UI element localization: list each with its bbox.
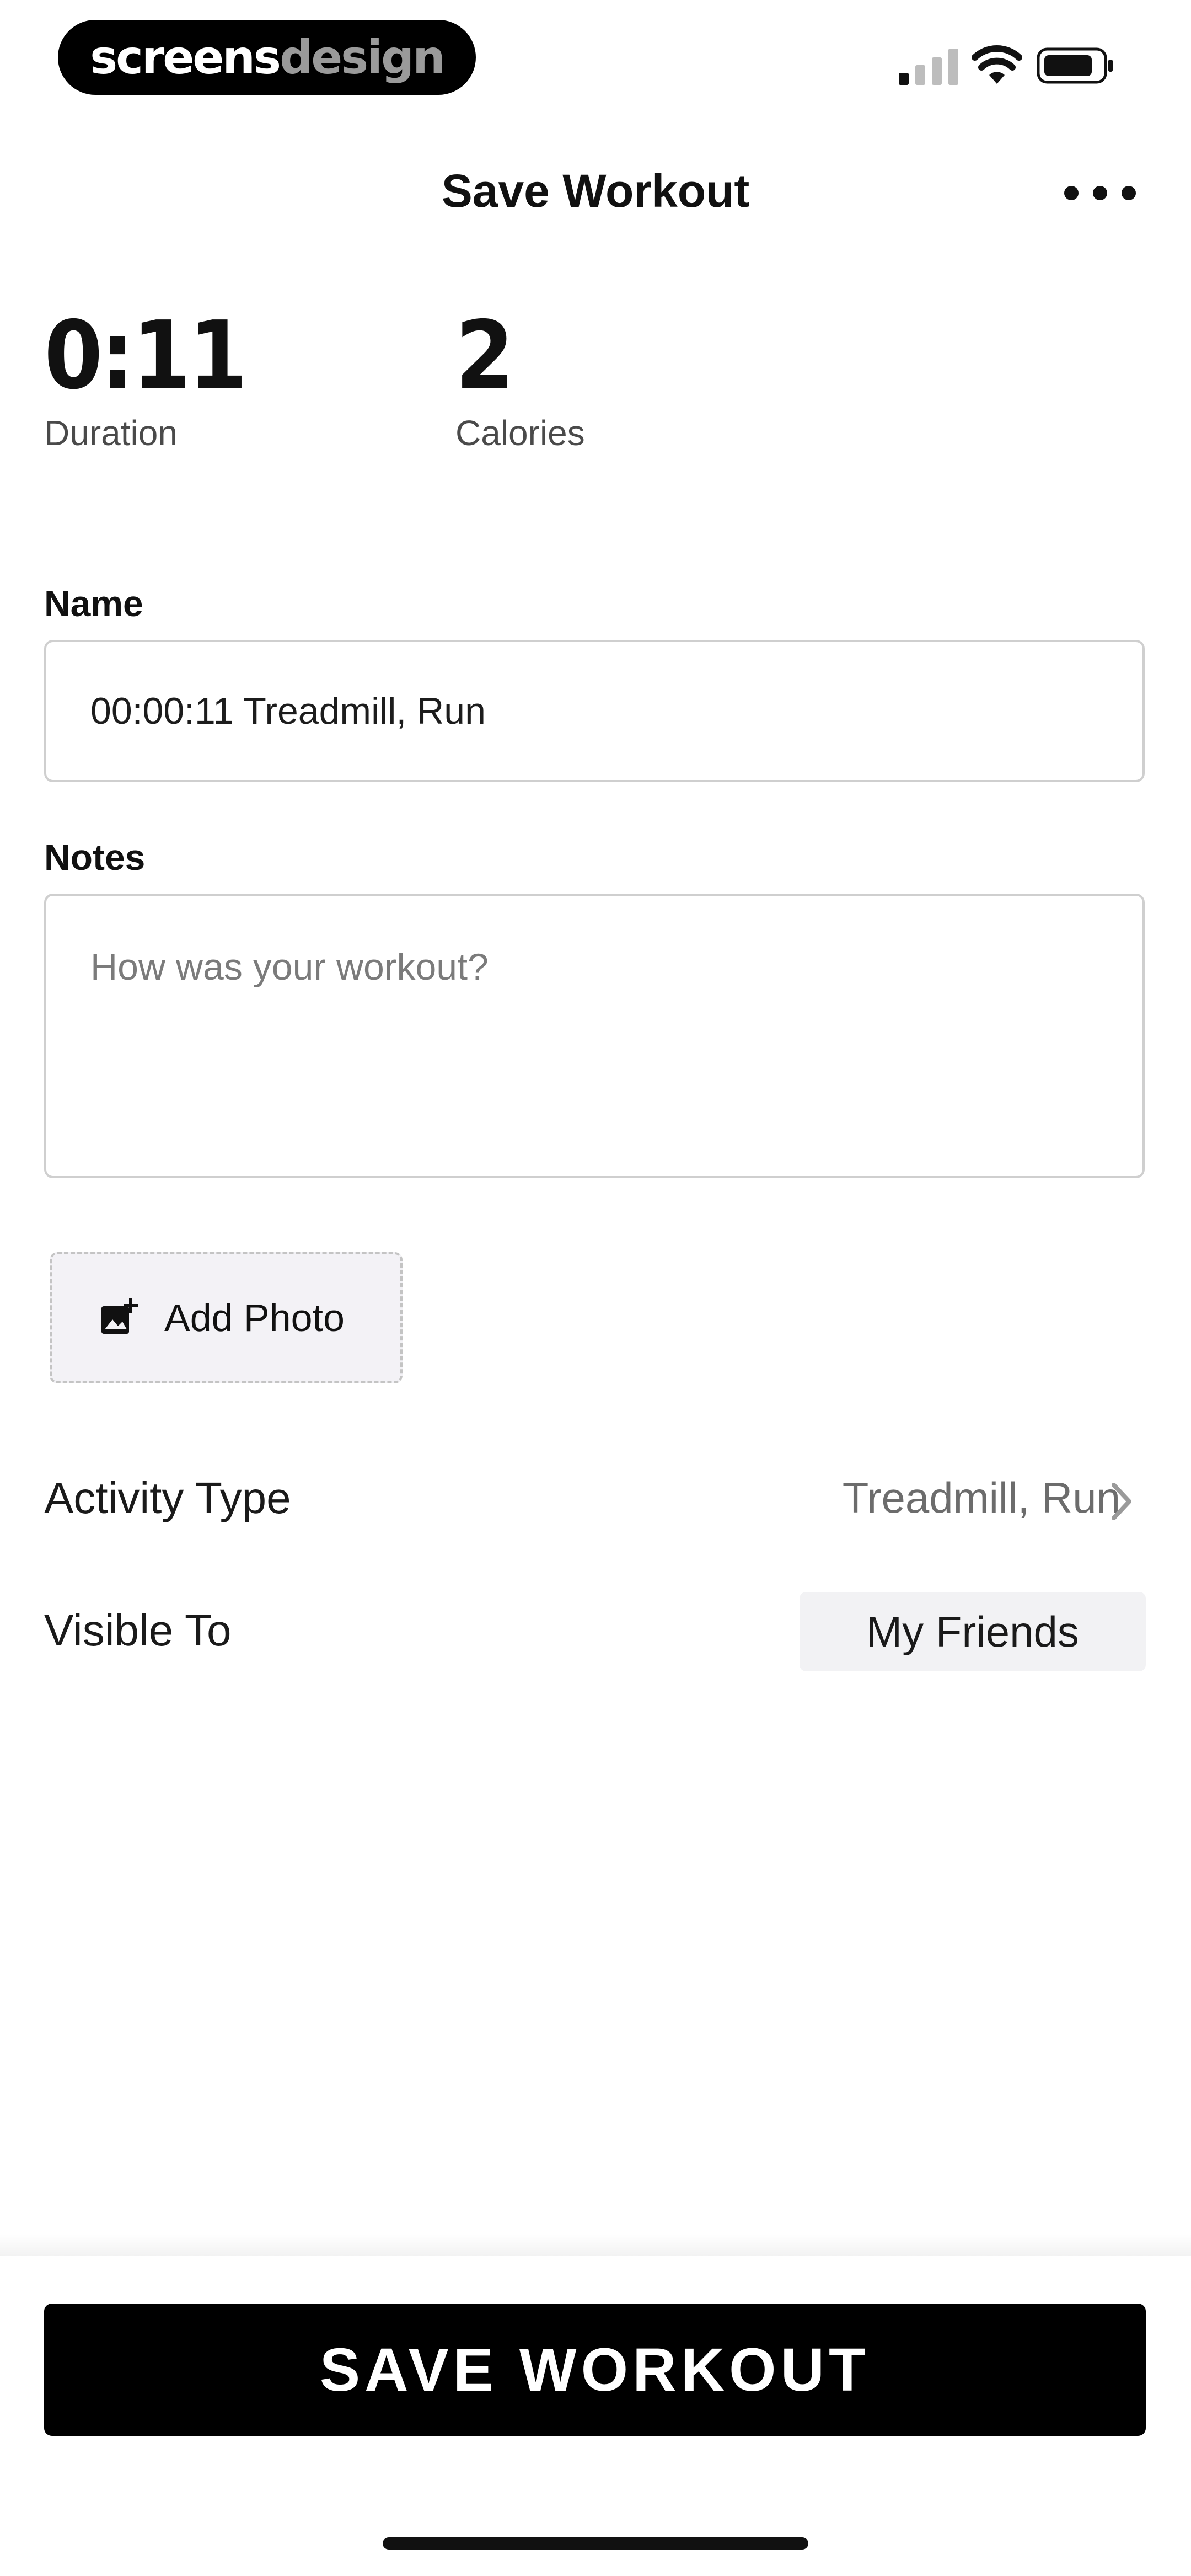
add-photo-button[interactable]: Add Photo [50, 1252, 403, 1383]
name-label: Name [44, 583, 143, 624]
brand-part-1: screens [90, 30, 281, 84]
chevron-right-icon[interactable] [1108, 1479, 1136, 1524]
battery-icon [1037, 47, 1113, 84]
save-workout-label: SAVE WORKOUT [319, 2335, 871, 2404]
wifi-icon [972, 45, 1022, 84]
notes-input[interactable]: How was your workout? [44, 894, 1145, 1178]
save-workout-button[interactable]: SAVE WORKOUT [44, 2304, 1146, 2436]
visibility-selector[interactable]: My Friends [800, 1592, 1146, 1671]
duration-label: Duration [44, 413, 178, 453]
bottom-divider [0, 2234, 1191, 2256]
more-options-button[interactable] [1064, 177, 1136, 210]
calories-stat: 2 Calories [455, 309, 585, 453]
activity-type-value[interactable]: Treadmill, Run [843, 1473, 1120, 1523]
calories-value: 2 [455, 301, 514, 410]
duration-stat: 0:11 Duration [44, 301, 247, 453]
visibility-value: My Friends [866, 1607, 1079, 1656]
page-title: Save Workout [441, 165, 750, 217]
home-indicator[interactable] [383, 2537, 808, 2550]
more-dots-icon [1064, 186, 1079, 200]
duration-value: 0:11 [44, 301, 247, 410]
notes-label: Notes [44, 837, 146, 878]
status-bar: screens design [0, 0, 1191, 121]
brand-part-2: design [280, 30, 446, 84]
add-photo-icon [101, 1298, 138, 1334]
more-dot [1093, 186, 1107, 200]
cellular-signal-icon [899, 49, 958, 85]
more-dot [1122, 186, 1136, 200]
notes-placeholder: How was your workout? [90, 946, 489, 988]
name-input[interactable]: 00:00:11 Treadmill, Run [44, 640, 1145, 782]
add-photo-label: Add Photo [164, 1296, 345, 1339]
calories-label: Calories [455, 413, 585, 453]
name-input-value: 00:00:11 Treadmill, Run [90, 690, 486, 732]
activity-type-label: Activity Type [44, 1473, 291, 1522]
brand-watermark: screens design [58, 20, 476, 95]
visible-to-label: Visible To [44, 1606, 232, 1655]
